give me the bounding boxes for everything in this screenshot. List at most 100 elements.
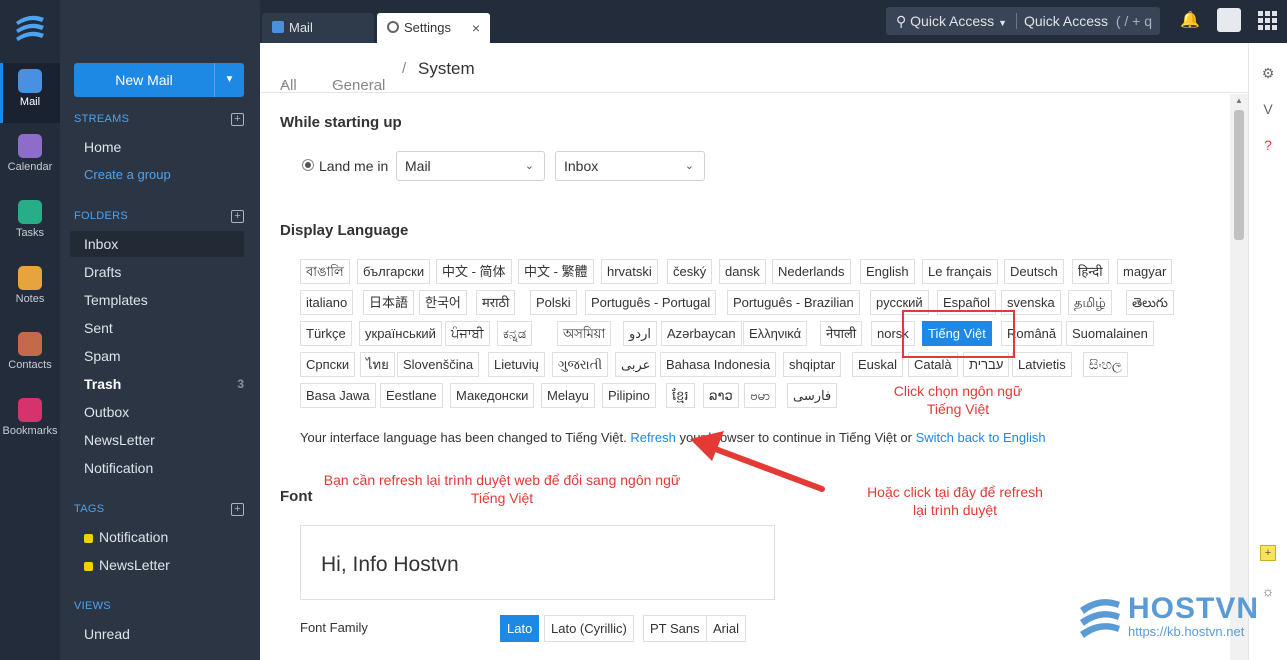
- language-option[interactable]: मराठी: [476, 290, 516, 315]
- tab-settings[interactable]: Settings ×: [377, 13, 490, 43]
- rail-tasks[interactable]: Tasks: [0, 195, 60, 255]
- language-option[interactable]: عربى: [615, 352, 657, 377]
- language-option[interactable]: हिन्दी: [1072, 259, 1109, 284]
- language-option[interactable]: ಕನ್ನಡ: [497, 321, 533, 346]
- sticky-note-icon[interactable]: +: [1260, 545, 1276, 561]
- rail-mail[interactable]: Mail: [0, 63, 60, 123]
- language-option[interactable]: dansk: [719, 259, 766, 284]
- add-stream-icon[interactable]: +: [231, 113, 244, 126]
- language-option[interactable]: 한국어: [419, 290, 467, 315]
- font-family-option[interactable]: Arial: [706, 615, 747, 642]
- add-tag-icon[interactable]: +: [231, 503, 244, 516]
- language-option[interactable]: hrvatski: [601, 259, 658, 284]
- language-option[interactable]: Bahasa Indonesia: [660, 352, 777, 377]
- language-option[interactable]: Nederlands: [772, 259, 851, 284]
- stream-home[interactable]: Home: [84, 134, 250, 160]
- language-option[interactable]: தமிழ்: [1068, 290, 1112, 315]
- language-option[interactable]: Slovenščina: [397, 352, 480, 377]
- language-option[interactable]: অসমিয়া: [557, 321, 612, 346]
- language-option[interactable]: فارسی: [787, 383, 838, 408]
- language-option[interactable]: Türkçe: [300, 321, 352, 346]
- rail-contacts[interactable]: Contacts: [0, 327, 60, 387]
- language-option[interactable]: Српски: [300, 352, 356, 377]
- tag-notification[interactable]: Notification: [84, 524, 250, 550]
- help-new-icon[interactable]: ?: [1260, 137, 1276, 153]
- language-option[interactable]: English: [860, 259, 915, 284]
- language-option[interactable]: ગુજરાતી: [552, 352, 609, 377]
- create-group-link[interactable]: Create a group: [84, 162, 250, 188]
- folder-newsletter[interactable]: NewsLetter: [84, 427, 250, 453]
- folder-outbox[interactable]: Outbox: [84, 399, 250, 425]
- language-option[interactable]: Македонски: [450, 383, 535, 408]
- folder-spam[interactable]: Spam: [84, 343, 250, 369]
- language-option[interactable]: Lietuvių: [488, 352, 545, 377]
- rail-calendar[interactable]: Calendar: [0, 129, 60, 189]
- tag-newsletter[interactable]: NewsLetter: [84, 552, 250, 578]
- language-option[interactable]: Suomalainen: [1066, 321, 1154, 346]
- scroll-thumb[interactable]: [1234, 110, 1244, 240]
- land-folder-select[interactable]: Inbox ⌄: [555, 151, 705, 181]
- font-family-option[interactable]: Lato (Cyrillic): [544, 615, 634, 642]
- land-me-in-radio[interactable]: [302, 159, 314, 171]
- folder-trash[interactable]: Trash 3: [84, 371, 250, 397]
- language-option[interactable]: Euskal: [852, 352, 904, 377]
- language-option[interactable]: ဗမာ: [744, 383, 777, 408]
- folder-sent[interactable]: Sent: [84, 315, 250, 341]
- content-scrollbar[interactable]: ▲: [1230, 94, 1248, 660]
- language-option[interactable]: український: [359, 321, 442, 346]
- language-option[interactable]: ਪੰਜਾਬੀ: [445, 321, 490, 346]
- language-option[interactable]: বাঙালি: [300, 259, 350, 284]
- font-family-option-selected[interactable]: Lato: [500, 615, 540, 642]
- language-option[interactable]: Azərbaycan: [661, 321, 742, 346]
- bell-icon[interactable]: 🔔: [1180, 10, 1200, 30]
- apps-grid-icon[interactable]: [1258, 11, 1278, 31]
- language-option[interactable]: shqiptar: [783, 352, 842, 377]
- refresh-link[interactable]: Refresh: [630, 430, 676, 445]
- language-option[interactable]: Latvietis: [1012, 352, 1072, 377]
- switch-english-link[interactable]: Switch back to English: [916, 430, 1046, 445]
- language-option[interactable]: नेपाली: [820, 321, 863, 346]
- language-option[interactable]: Melayu: [541, 383, 595, 408]
- language-option[interactable]: Ελληνικά: [743, 321, 808, 346]
- folder-drafts[interactable]: Drafts: [84, 259, 250, 285]
- vine-icon[interactable]: V: [1260, 101, 1276, 117]
- language-option[interactable]: Português - Portugal: [585, 290, 717, 315]
- language-option[interactable]: Deutsch: [1004, 259, 1064, 284]
- language-option[interactable]: Pilipino: [602, 383, 656, 408]
- avatar[interactable]: [1217, 8, 1241, 32]
- rail-bookmarks[interactable]: Bookmarks: [0, 393, 60, 453]
- language-option[interactable]: اردو: [623, 321, 657, 346]
- language-option[interactable]: 日本語: [363, 290, 415, 315]
- language-option[interactable]: Le français: [922, 259, 998, 284]
- gear-icon[interactable]: ⚙: [1260, 65, 1276, 81]
- quick-access-search[interactable]: ⚲ Quick Access ▼: [896, 7, 1007, 37]
- language-option[interactable]: magyar: [1117, 259, 1173, 284]
- language-option[interactable]: italiano: [300, 290, 354, 315]
- language-option[interactable]: ລາວ: [703, 383, 739, 408]
- language-option[interactable]: සිංහල: [1083, 352, 1128, 377]
- language-option[interactable]: Basa Jawa: [300, 383, 376, 408]
- new-mail-button[interactable]: New Mail ▼: [74, 63, 244, 97]
- quick-access-bar[interactable]: ⚲ Quick Access ▼ Quick Access ( / + q ): [886, 7, 1160, 57]
- language-option[interactable]: český: [667, 259, 713, 284]
- rail-notes[interactable]: Notes: [0, 261, 60, 321]
- view-unread[interactable]: Unread: [84, 621, 250, 647]
- language-option[interactable]: Eestlane: [380, 383, 443, 408]
- language-option[interactable]: Português - Brazilian: [727, 290, 860, 315]
- language-option[interactable]: 中文 - 繁體: [518, 259, 594, 284]
- language-option[interactable]: Polski: [530, 290, 577, 315]
- folder-inbox[interactable]: Inbox: [70, 231, 244, 257]
- add-folder-icon[interactable]: +: [231, 210, 244, 223]
- chevron-down-icon[interactable]: ▼: [214, 63, 244, 97]
- close-icon[interactable]: ×: [472, 13, 480, 43]
- land-app-select[interactable]: Mail ⌄: [396, 151, 545, 181]
- folder-notification[interactable]: Notification: [84, 455, 250, 481]
- language-option[interactable]: ខ្មែរ: [666, 383, 695, 408]
- tab-mail[interactable]: Mail: [262, 13, 374, 43]
- language-option[interactable]: ไทย: [360, 352, 395, 377]
- folder-templates[interactable]: Templates: [84, 287, 250, 313]
- font-family-option[interactable]: PT Sans: [643, 615, 707, 642]
- language-option[interactable]: తెలుగు: [1126, 290, 1174, 315]
- language-option[interactable]: български: [357, 259, 431, 284]
- scroll-up-icon[interactable]: ▲: [1235, 96, 1243, 105]
